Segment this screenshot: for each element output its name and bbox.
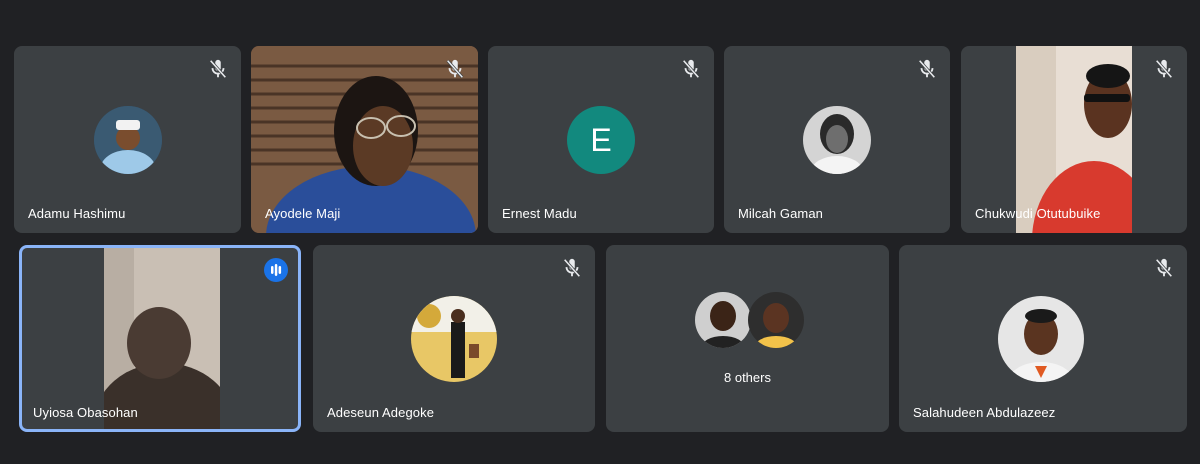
mic-off-icon <box>207 58 229 80</box>
others-label: 8 others <box>724 370 771 385</box>
mic-off-icon <box>680 58 702 80</box>
participant-name: Uyiosa Obasohan <box>33 405 138 420</box>
mic-off-icon <box>1153 58 1175 80</box>
avatar <box>695 292 751 348</box>
participant-name: Chukwudi Otutubuike <box>975 206 1101 221</box>
participant-video <box>1016 46 1132 233</box>
participant-name: Milcah Gaman <box>738 206 824 221</box>
participant-tile-salahudeen-abdulazeez[interactable]: Salahudeen Abdulazeez <box>899 245 1187 432</box>
avatar <box>94 106 162 174</box>
avatar <box>803 106 871 174</box>
participant-name: Salahudeen Abdulazeez <box>913 405 1056 420</box>
mic-off-icon <box>561 257 583 279</box>
participant-tile-adamu-hashimu[interactable]: Adamu Hashimu <box>14 46 241 233</box>
participant-tile-milcah-gaman[interactable]: Milcah Gaman <box>724 46 950 233</box>
avatar <box>748 292 804 348</box>
participant-tile-ayodele-maji[interactable]: Ayodele Maji <box>251 46 478 233</box>
participant-tile-ernest-madu[interactable]: E Ernest Madu <box>488 46 714 233</box>
mic-off-icon <box>916 58 938 80</box>
mic-off-icon <box>1153 257 1175 279</box>
others-tile[interactable]: 8 others <box>606 245 889 432</box>
participant-tile-adeseun-adegoke[interactable]: Adeseun Adegoke <box>313 245 595 432</box>
avatar-initial: E <box>567 106 635 174</box>
mic-off-icon <box>444 58 466 80</box>
participant-video <box>104 248 220 429</box>
audio-level-icon <box>264 258 288 282</box>
participant-name: Adeseun Adegoke <box>327 405 435 420</box>
participant-name: Ernest Madu <box>502 206 577 221</box>
participant-name: Adamu Hashimu <box>28 206 126 221</box>
avatar <box>411 296 497 382</box>
participant-name: Ayodele Maji <box>265 206 341 221</box>
avatar <box>998 296 1084 382</box>
participant-tile-uyiosa-obasohan[interactable]: Uyiosa Obasohan <box>19 245 301 432</box>
participant-tile-chukwudi-otutubuike[interactable]: Chukwudi Otutubuike <box>961 46 1187 233</box>
